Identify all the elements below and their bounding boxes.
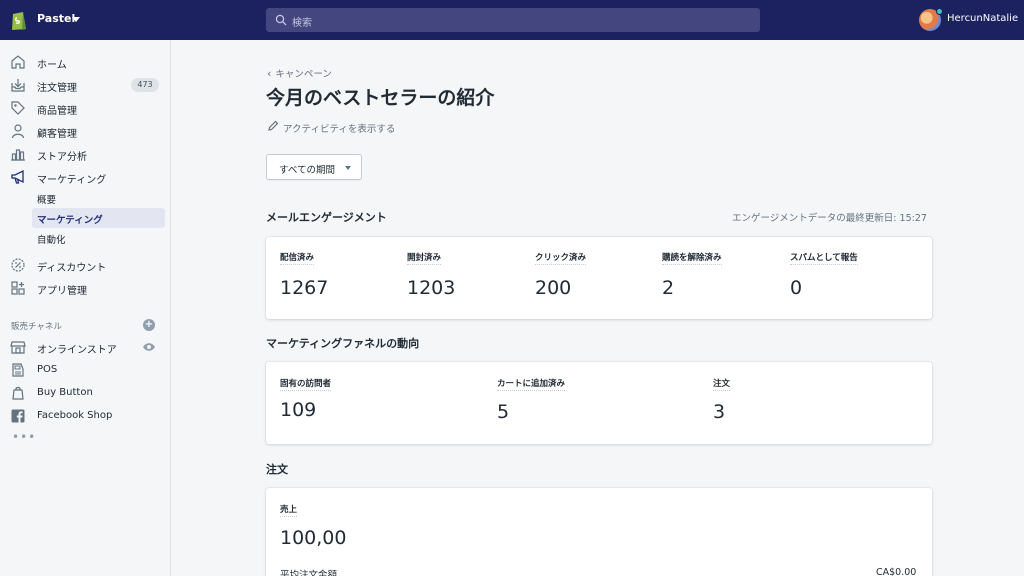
count-badge: 473 xyxy=(131,78,159,92)
megaphone-icon xyxy=(11,169,24,184)
sidebar-item-label: アプリ管理 xyxy=(37,286,87,297)
pencil-icon[interactable] xyxy=(267,120,279,132)
metric-value-added-to-cart: 5 xyxy=(497,401,510,423)
facebook-icon xyxy=(11,409,25,423)
sidebar-item-label: 顧客管理 xyxy=(37,129,77,140)
sales-channels-title: 販売チャネル xyxy=(11,322,62,332)
sidebar-item-label: オンラインストア xyxy=(37,345,117,356)
caret-down-icon xyxy=(345,166,351,170)
shopify-logo-icon[interactable] xyxy=(10,9,28,31)
last-updated-note: エンゲージメントデータの最終更新日: 15:27 xyxy=(732,213,927,224)
sidebar-item-apps[interactable]: アプリ管理 xyxy=(0,279,171,299)
sidebar-item-analytics[interactable]: ストア分析 xyxy=(0,145,171,165)
sidebar-item-pos[interactable]: POS xyxy=(0,361,171,381)
period-select-value: すべての期間 xyxy=(279,165,335,176)
customer-icon xyxy=(11,124,25,139)
metric-value-spam: 0 xyxy=(790,277,803,299)
metric-label-delivered[interactable]: 配信済み xyxy=(280,251,315,265)
funnel-heading: マーケティングファネルの動向 xyxy=(266,337,420,350)
sidebar-item-label: 注文管理 xyxy=(37,83,77,94)
username[interactable]: HercunNatalie xyxy=(947,13,1018,24)
sidebar-item-marketing[interactable]: マーケティング xyxy=(0,168,171,188)
buy-button-icon xyxy=(12,386,24,400)
metric-value-unsubscribed: 2 xyxy=(662,277,675,299)
search-input[interactable]: 検索 xyxy=(266,8,760,32)
sidebar-subitem-overview[interactable]: 概要 xyxy=(32,188,165,208)
sidebar-item-label: Buy Button xyxy=(37,387,93,398)
sidebar-item-label: ディスカウント xyxy=(37,263,107,274)
sidebar-item-label: 商品管理 xyxy=(37,106,77,117)
period-select[interactable]: すべての期間 xyxy=(266,154,362,180)
sidebar-item-label: Facebook Shop xyxy=(37,410,113,421)
store-icon xyxy=(10,341,26,354)
sidebar-item-home[interactable]: ホーム xyxy=(0,53,171,73)
email-engagement-card: 配信済み 1267 開封済み 1203 クリック済み 200 購読を解除済み 2… xyxy=(266,237,932,319)
metric-value-sales: 100,00 xyxy=(280,527,347,549)
avg-order-value: CA$0.00 xyxy=(876,567,917,576)
metric-label-added-to-cart[interactable]: カートに追加済み xyxy=(497,377,566,391)
pos-icon xyxy=(12,363,24,377)
sidebar-item-label: ストア分析 xyxy=(37,152,87,163)
sidebar-item-facebook-shop[interactable]: Facebook Shop xyxy=(0,407,171,427)
search-icon xyxy=(275,14,287,26)
home-icon xyxy=(11,55,25,69)
metric-value-visitors: 109 xyxy=(280,399,317,421)
breadcrumb-label: キャンペーン xyxy=(275,69,332,80)
metric-value-orders: 3 xyxy=(713,401,726,423)
breadcrumb[interactable]: ‹ キャンペーン xyxy=(267,66,332,80)
sidebar-item-products[interactable]: 商品管理 xyxy=(0,99,171,119)
add-channel-icon[interactable]: + xyxy=(143,319,155,331)
sidebar-subitem-automation[interactable]: 自動化 xyxy=(32,228,165,248)
sidebar-subitem-label: 概要 xyxy=(37,195,57,206)
metric-label-spam[interactable]: スパムとして報告 xyxy=(790,251,858,265)
sidebar-subitem-label: 自動化 xyxy=(37,235,66,246)
search-placeholder: 検索 xyxy=(292,18,312,29)
metric-value-clicked: 200 xyxy=(535,277,572,299)
sidebar-item-orders[interactable]: 注文管理 473 xyxy=(0,76,171,96)
sidebar-subitem-label: マーケティング xyxy=(37,215,103,226)
metric-value-opened: 1203 xyxy=(407,277,456,299)
sidebar-item-online-store[interactable]: オンラインストア xyxy=(0,338,171,358)
chevron-left-icon: ‹ xyxy=(267,67,272,80)
metric-label-orders[interactable]: 注文 xyxy=(713,377,731,391)
analytics-icon xyxy=(11,149,25,161)
view-activity-link[interactable]: アクティビティを表示する xyxy=(283,121,395,135)
avg-order-label: 平均注文金額 xyxy=(280,570,338,576)
orders-card: 売上 100,00 xyxy=(266,488,932,576)
email-engagement-heading: メールエンゲージメント xyxy=(266,211,387,224)
discount-icon xyxy=(11,258,25,272)
apps-icon xyxy=(11,281,25,295)
chevron-down-icon[interactable] xyxy=(72,17,80,22)
sidebar-subitem-marketing[interactable]: マーケティング xyxy=(32,208,165,228)
sidebar-item-discounts[interactable]: ディスカウント xyxy=(0,256,171,276)
metric-label-clicked[interactable]: クリック済み xyxy=(535,251,587,265)
store-name[interactable]: Pastel xyxy=(37,12,75,25)
sidebar: ホーム 注文管理 473 商品管理 顧客管理 ストア分析 マーケティング 概要 … xyxy=(0,40,171,576)
more-icon[interactable]: ••• xyxy=(12,430,36,444)
status-dot xyxy=(936,8,943,15)
tag-icon xyxy=(11,101,25,115)
metric-label-unsubscribed[interactable]: 購読を解除済み xyxy=(662,251,722,265)
sidebar-item-customers[interactable]: 顧客管理 xyxy=(0,122,171,142)
orders-heading: 注文 xyxy=(266,463,288,476)
page-title: 今月のベストセラーの紹介 xyxy=(266,87,495,109)
sidebar-item-label: ホーム xyxy=(37,60,67,71)
top-bar: Pastel 検索 HercunNatalie xyxy=(0,0,1024,40)
sidebar-item-label: マーケティング xyxy=(37,175,107,186)
sidebar-item-label: POS xyxy=(37,364,58,375)
orders-icon xyxy=(11,79,25,92)
metric-label-sales[interactable]: 売上 xyxy=(280,503,298,517)
funnel-card: 固有の訪問者 109 カートに追加済み 5 注文 3 xyxy=(266,362,932,444)
metric-label-visitors[interactable]: 固有の訪問者 xyxy=(280,377,332,391)
metric-label-opened[interactable]: 開封済み xyxy=(407,251,442,265)
eye-icon[interactable] xyxy=(142,342,156,352)
sidebar-item-buy-button[interactable]: Buy Button xyxy=(0,384,171,404)
metric-value-delivered: 1267 xyxy=(280,277,329,299)
